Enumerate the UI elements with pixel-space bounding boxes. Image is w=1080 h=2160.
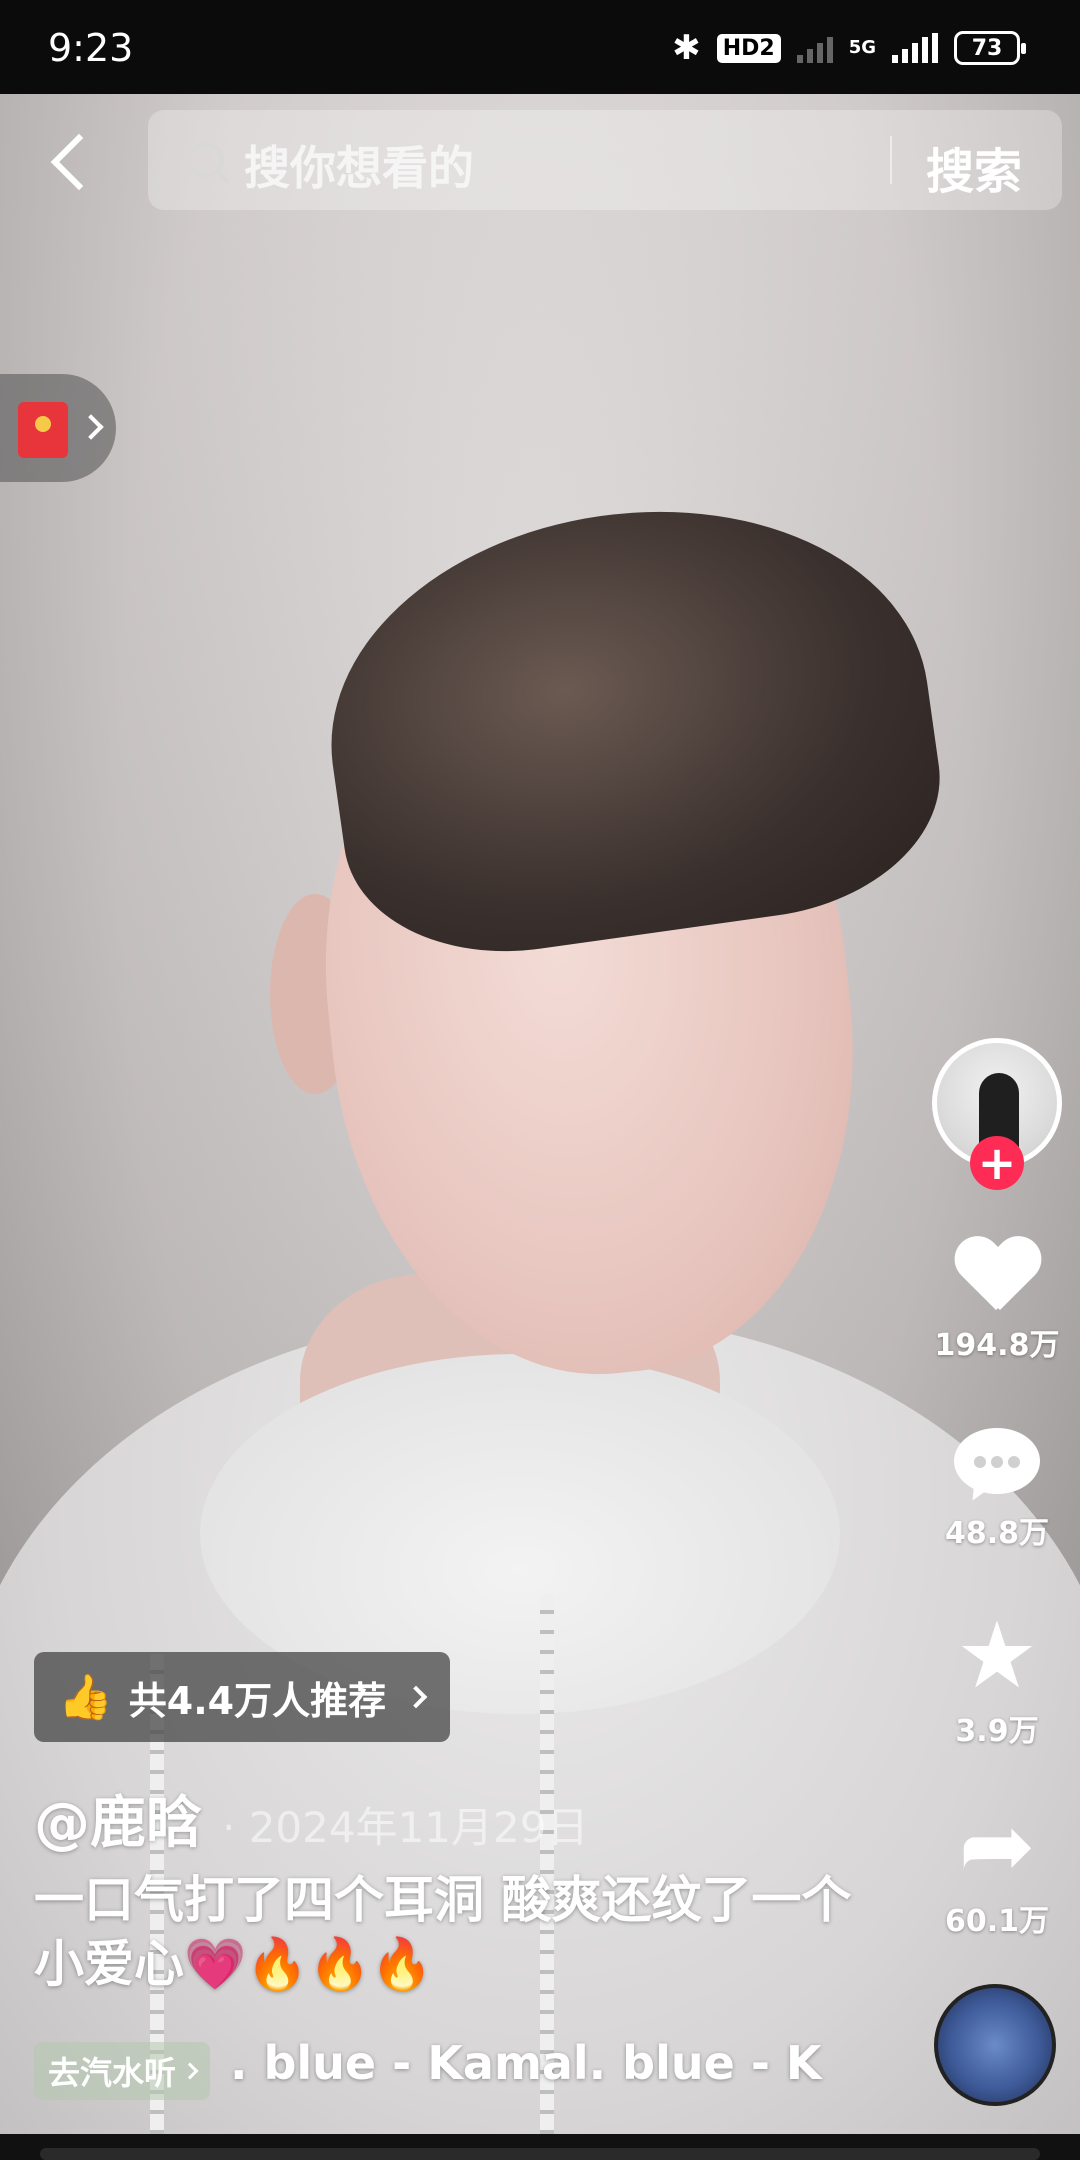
search-bar[interactable]: 搜你想看的 搜索 [148,110,1062,210]
hd-badge: HD2 [716,33,781,63]
plus-icon[interactable]: + [970,1136,1024,1190]
star-icon: ★ [955,1602,1039,1709]
comment-dot [1008,1456,1020,1468]
bottom-handle[interactable] [40,2148,1040,2160]
search-input[interactable]: 搜你想看的 [244,132,474,198]
thumbs-up-icon: 👍 [58,1672,113,1723]
comment-dot [974,1456,986,1468]
comment-dot [991,1456,1003,1468]
search-button[interactable]: 搜索 [926,132,1022,202]
recommend-label: 共4.4万人推荐 [128,1678,387,1723]
search-icon [188,142,224,178]
battery-level: 73 [971,35,1003,61]
music-disc[interactable] [934,1984,1056,2106]
like-button[interactable]: 194.8万 [922,1238,1072,1364]
signal-weak-icon [796,33,833,63]
status-icons: ✱ HD2 5G 73 [672,28,1026,68]
red-packet-icon [18,402,68,458]
author-line: @鹿晗 · 2024年11月29日 [34,1778,588,1859]
comment-icon [954,1428,1040,1506]
battery-icon: 73 [954,31,1026,65]
search-divider [890,136,892,184]
signal-icon [892,33,938,63]
chevron-right-icon [404,1685,428,1709]
status-bar: 9:23 ✱ HD2 5G 73 [0,0,1080,94]
music-tag-label: 去汽水听 [48,2054,177,2092]
share-count: 60.1万 [944,1904,1050,1939]
share-button[interactable]: ➦ 60.1万 [922,1800,1072,1940]
share-icon: ➦ [958,1792,1036,1899]
bluetooth-icon: ✱ [672,28,701,68]
music-title-marquee[interactable]: . blue - Kamal. blue - K [230,2036,836,2106]
recommend-button[interactable]: 👍 共4.4万人推荐 [34,1652,451,1742]
comment-button[interactable]: 48.8万 [922,1428,1072,1552]
post-date: · 2024年11月29日 [222,1803,589,1852]
comment-count: 48.8万 [944,1516,1050,1551]
like-count: 194.8万 [934,1328,1060,1363]
network-type: 5G [848,37,876,58]
favorite-count: 3.9万 [955,1714,1039,1749]
heart-icon [954,1238,1040,1316]
chevron-left-icon[interactable] [40,124,100,200]
status-time: 9:23 [48,26,134,70]
author-name[interactable]: @鹿晗 [34,1778,202,1859]
chevron-right-icon [181,2062,199,2080]
red-packet-button[interactable] [0,374,116,482]
favorite-button[interactable]: ★ 3.9万 [922,1610,1072,1750]
post-caption: 一口气打了四个耳洞 酸爽还纹了一个小爱心💗🔥🔥🔥 [34,1871,852,1993]
chevron-right-icon [78,414,104,440]
top-bar: 搜你想看的 搜索 [0,110,1080,214]
music-app-tag[interactable]: 去汽水听 [34,2042,211,2100]
